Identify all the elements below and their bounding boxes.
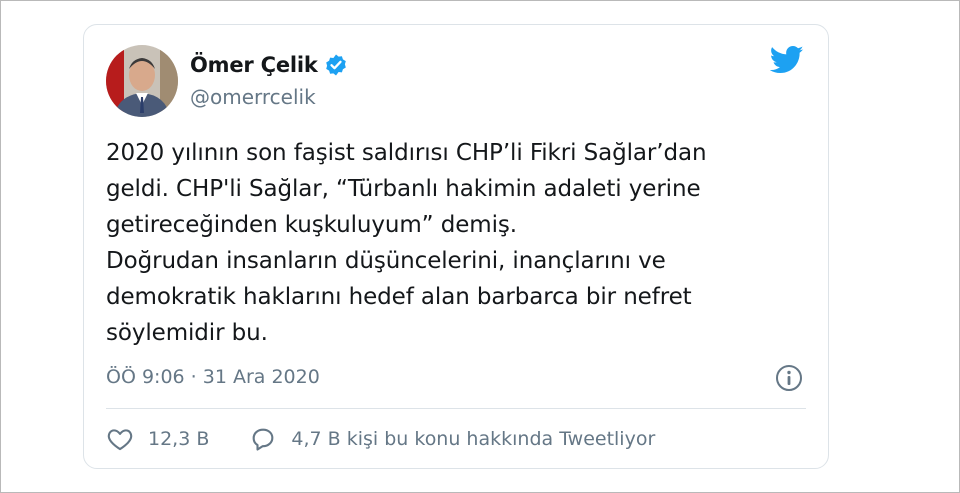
- tweet-line: demokratik haklarını hedef alan barbarca…: [106, 284, 692, 310]
- conversation-label: 4,7 B kişi bu konu hakkında Tweetliyor: [291, 428, 656, 450]
- tweet-card[interactable]: Ömer Çelik @omerrcelik 2020 yılının son …: [83, 24, 829, 469]
- twitter-bird-icon[interactable]: [769, 45, 804, 75]
- author-name-row: Ömer Çelik: [190, 53, 348, 77]
- tweet-line: söylemidir bu.: [106, 320, 268, 346]
- tweet-line: getireceğinden kuşkuluyum” demiş.: [106, 212, 517, 238]
- author-name[interactable]: Ömer Çelik: [190, 53, 318, 77]
- screenshot-frame: Ömer Çelik @omerrcelik 2020 yılının son …: [0, 0, 960, 493]
- tweet-line: Doğrudan insanların düşüncelerini, inanç…: [106, 248, 666, 274]
- divider: [106, 408, 806, 409]
- tweet-line: 2020 yılının son faşist saldırısı CHP’li…: [106, 140, 707, 166]
- speech-bubble-icon: [253, 428, 274, 451]
- tweet-timestamp[interactable]: ÖÖ 9:06 · 31 Ara 2020: [106, 366, 320, 388]
- like-count: 12,3 B: [148, 428, 210, 450]
- verified-badge-icon: [324, 53, 348, 77]
- tweet-line: geldi. CHP'li Sağlar, “Türbanlı hakimin …: [106, 176, 701, 202]
- tweet-actions: 12,3 B 4,7 B kişi bu konu hakkında Tweet…: [106, 425, 655, 453]
- author-handle[interactable]: @omerrcelik: [190, 85, 316, 109]
- tweet-text: 2020 yılının son faşist saldırısı CHP’li…: [106, 135, 796, 351]
- heart-icon: [107, 429, 133, 451]
- like-button[interactable]: 12,3 B: [106, 425, 209, 453]
- conversation-link[interactable]: 4,7 B kişi bu konu hakkında Tweetliyor: [249, 425, 655, 453]
- avatar[interactable]: [106, 45, 178, 117]
- info-icon[interactable]: [774, 363, 804, 393]
